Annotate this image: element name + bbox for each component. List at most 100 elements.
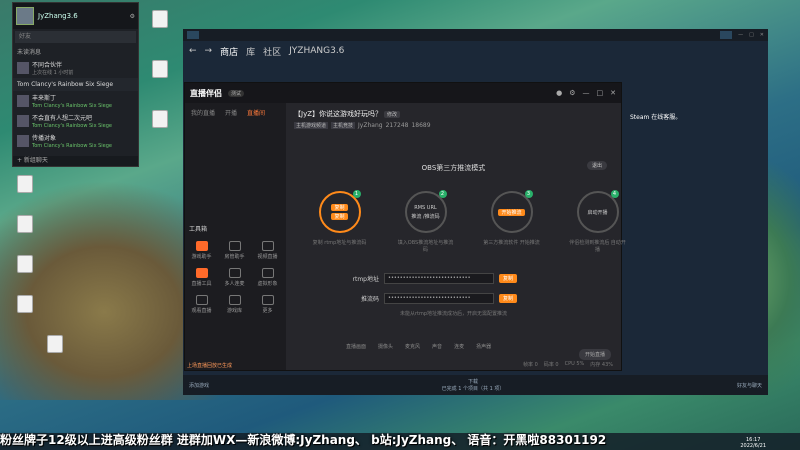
downloads-label: 下载: [467, 379, 478, 385]
steam-bottom-bar: 添加游戏 下载 已完成 1 个项目（共 1 项） 好友与聊天: [183, 375, 768, 395]
avatar[interactable]: ●: [556, 89, 562, 97]
tool-label: 观看直播: [191, 308, 212, 314]
tool-icon: [195, 295, 208, 305]
back-arrow-icon[interactable]: ←: [189, 46, 197, 56]
toolbar-item[interactable]: 连麦: [454, 343, 464, 350]
close-icon[interactable]: ✕: [760, 32, 764, 38]
toolbar-item[interactable]: 麦克风: [405, 343, 420, 350]
desktop-icon[interactable]: [135, 60, 185, 96]
minimize-icon[interactable]: —: [583, 89, 590, 97]
gear-icon[interactable]: ⚙: [130, 13, 135, 20]
notification-icon[interactable]: [720, 31, 733, 39]
friend-group-header[interactable]: Tom Clancy's Rainbow Six Siege: [13, 78, 138, 91]
friends-header: JyZhang3.6 ⚙: [13, 3, 138, 29]
close-icon[interactable]: ✕: [610, 89, 616, 97]
desktop-icon[interactable]: [0, 255, 50, 291]
friend-status: Tom Clancy's Rainbow Six Siege: [32, 143, 113, 149]
tool-item[interactable]: 游戏助手: [185, 241, 218, 260]
friends-search-input[interactable]: 好友: [15, 31, 136, 43]
desktop-icon[interactable]: [0, 295, 50, 331]
rtmp-input[interactable]: ••••••••••••••••••••••••••••: [384, 273, 494, 284]
taskbar-clock[interactable]: 16:17 2022/6/21: [740, 437, 766, 449]
category-tag[interactable]: 主机竞技: [331, 122, 356, 129]
new-group-chat-button[interactable]: + 新组聊天: [13, 156, 138, 166]
desktop-icon[interactable]: [135, 110, 185, 146]
step-number: 4: [610, 190, 619, 198]
tool-icon: [261, 268, 274, 278]
friend-name: 不会直有人想二次元吧: [32, 115, 93, 122]
nav-store[interactable]: 商店: [220, 45, 238, 58]
obs-mode-title: OBS第三方推流模式: [421, 164, 486, 172]
tool-label: 游戏库: [226, 308, 242, 314]
friend-name: 丰来斯丁: [32, 95, 57, 102]
tool-item[interactable]: 更多: [251, 295, 284, 314]
tool-item[interactable]: 视频直播: [251, 241, 284, 260]
maximize-icon[interactable]: □: [597, 89, 604, 97]
start-live-button[interactable]: 开始直播: [578, 349, 611, 360]
toolbar-item[interactable]: 摄像头: [378, 343, 393, 350]
app-sidebar: 我的直播 开播 直播间 工具箱 游戏助手 房管助手 视频直播 直播工具 多人连麦…: [185, 103, 286, 370]
rtmp-label: rtmp地址: [352, 276, 379, 283]
copy-key-button[interactable]: 复制: [499, 294, 518, 303]
clock-date: 2022/6/21: [740, 443, 766, 449]
desktop-icon[interactable]: [135, 10, 185, 46]
key-field: 推流码 •••••••••••••••••••••••••••• 复制: [347, 293, 518, 304]
copy-key-pill[interactable]: 复制: [331, 213, 348, 220]
nav-profile[interactable]: JYZHANG3.6: [289, 46, 344, 56]
nav-library[interactable]: 库: [246, 45, 255, 58]
add-game-button[interactable]: 添加游戏: [189, 382, 209, 389]
username: JyZhang3.6: [38, 12, 78, 20]
list-item[interactable]: 不会直有人想二次元吧 Tom Clancy's Rainbow Six Siege: [13, 111, 138, 131]
obs-steps: 1 复制 复制 复制 rtmp地址与推流码 2 RMS URL 推流 /推流码 …: [311, 190, 626, 253]
friend-status: Tom Clancy's Rainbow Six Siege: [32, 123, 113, 129]
forward-arrow-icon[interactable]: →: [205, 46, 213, 56]
copy-rtmp-button[interactable]: 复制: [499, 274, 518, 283]
steam-menu-button[interactable]: [187, 31, 199, 39]
steam-nav: ← → 商店 库 社区 JYZHANG3.6: [183, 41, 768, 61]
status-bar: 帧率 0 码率 0 CPU 5% 内存 43%: [523, 361, 613, 368]
copy-rtmp-pill[interactable]: 复制: [331, 204, 348, 211]
room-info: 【JyZ】你说这游戏好玩吗？ 修改 主机游戏频道 主机竞技 JyZhang 21…: [286, 103, 621, 135]
step-circle: 3 开始推流: [490, 190, 533, 233]
friend-status: Tom Clancy's Rainbow Six Siege: [32, 103, 113, 109]
tool-item[interactable]: 直播工具: [185, 268, 218, 287]
tool-item[interactable]: 游戏库: [218, 295, 251, 314]
settings-icon[interactable]: ⚙: [569, 89, 575, 97]
tool-icon: [228, 295, 241, 305]
minimize-icon[interactable]: —: [738, 32, 743, 38]
friends-panel: JyZhang3.6 ⚙ 好友 未读消息 不同合伙伴 上次在线 1 小时前 Tom…: [12, 2, 139, 167]
friends-chat-button[interactable]: 好友与聊天: [737, 382, 762, 389]
list-item[interactable]: 传播对象 Tom Clancy's Rainbow Six Siege: [13, 131, 138, 151]
desktop-icon[interactable]: [0, 175, 50, 211]
tool-item[interactable]: 观看直播: [185, 295, 218, 314]
list-item[interactable]: 丰来斯丁 Tom Clancy's Rainbow Six Siege: [13, 91, 138, 111]
room-tags: 主机游戏频道 主机竞技 JyZhang 217248 18689: [294, 122, 613, 129]
toolbar-item[interactable]: 声音: [432, 343, 442, 350]
avatar[interactable]: [16, 7, 34, 25]
tool-item[interactable]: 多人连麦: [218, 268, 251, 287]
key-input[interactable]: ••••••••••••••••••••••••••••: [384, 293, 494, 304]
tool-label: 视频直播: [257, 254, 278, 260]
toolbar-item[interactable]: 扬声器: [476, 343, 491, 350]
tab-my-live[interactable]: 我的直播: [191, 108, 215, 117]
section-label: 未读消息: [17, 49, 42, 56]
replay-alert[interactable]: 上场直播回放已生成: [187, 362, 232, 369]
desktop-icon[interactable]: [30, 335, 80, 371]
toolbar-item[interactable]: 直播画面: [346, 343, 366, 350]
exit-button[interactable]: 退出: [586, 161, 607, 170]
tab-start[interactable]: 开播: [225, 108, 237, 117]
tool-icon: [261, 241, 274, 251]
list-item[interactable]: 不同合伙伴 上次在线 1 小时前: [13, 58, 138, 78]
tool-label: 更多: [262, 308, 273, 314]
downloads-status[interactable]: 下载 已完成 1 个项目（共 1 项）: [442, 378, 505, 392]
nav-community[interactable]: 社区: [263, 45, 281, 58]
edit-title-button[interactable]: 修改: [383, 111, 400, 118]
tool-item[interactable]: 虚拟形象: [251, 268, 284, 287]
tab-room[interactable]: 直播间: [247, 108, 265, 117]
tool-item[interactable]: 房管助手: [218, 241, 251, 260]
category-tag[interactable]: 主机游戏频道: [294, 122, 329, 129]
fan-count: 217248: [385, 122, 409, 129]
tool-label: 多人连麦: [224, 281, 245, 287]
desktop-icon[interactable]: [0, 215, 50, 251]
maximize-icon[interactable]: □: [749, 32, 754, 38]
